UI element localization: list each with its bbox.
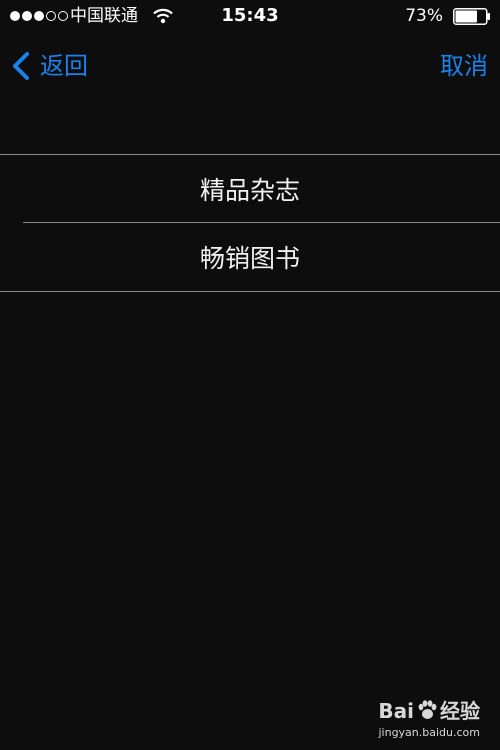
back-button[interactable]: 返回 [10,48,88,84]
status-bar: 中国联通 15:43 73% [0,0,500,34]
watermark-url: jingyan.baidu.com [378,726,480,739]
category-list: 精品杂志 畅销图书 [0,154,500,292]
watermark-brand-right: 经验 [440,699,480,723]
watermark: Bai 经验 jingyan.baidu.com [320,698,480,742]
back-button-label: 返回 [40,52,88,80]
paw-icon [418,700,437,719]
battery-level-fill [455,10,477,23]
cancel-button[interactable]: 取消 [440,48,488,84]
battery-icon [453,8,490,25]
watermark-brand: Bai 经验 [378,698,480,724]
list-item-bestseller-books[interactable]: 畅销图书 [0,223,500,291]
chevron-left-icon [13,52,29,80]
battery-percentage: 73% [405,6,443,26]
watermark-brand-left: Bai [378,699,414,723]
list-item-magazines[interactable]: 精品杂志 [0,155,500,223]
